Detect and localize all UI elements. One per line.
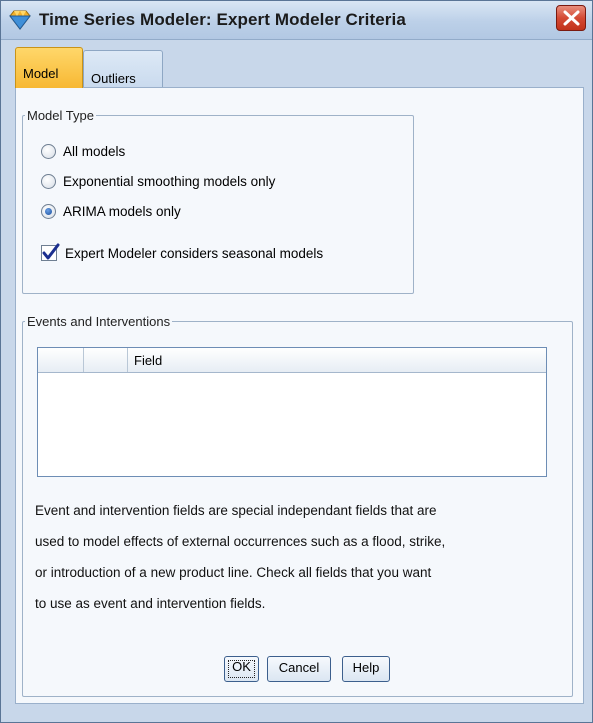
close-button[interactable] — [556, 5, 586, 31]
description-line: to use as event and intervention fields. — [35, 596, 266, 611]
description-line: Event and intervention fields are specia… — [35, 503, 437, 518]
ok-button-label: OK — [232, 659, 251, 674]
radio-button-icon[interactable] — [41, 144, 56, 159]
seasonal-models-checkbox[interactable] — [41, 243, 60, 261]
table-header-field[interactable]: Field — [128, 348, 546, 372]
tab-outliers[interactable]: Outliers — [83, 50, 163, 88]
events-description: Event and intervention fields are specia… — [35, 495, 565, 619]
model-type-legend: Model Type — [27, 108, 94, 123]
model-type-group: Model Type All models Exponential smooth… — [22, 108, 414, 294]
tab-panel-model: Model Type All models Exponential smooth… — [15, 87, 584, 704]
events-interventions-legend: Events and Interventions — [27, 314, 171, 329]
ok-button[interactable]: OK — [224, 656, 259, 682]
title-bar[interactable]: Time Series Modeler: Expert Modeler Crit… — [1, 1, 592, 40]
close-x-icon — [563, 10, 580, 26]
dialog-window: Time Series Modeler: Expert Modeler Crit… — [0, 0, 593, 723]
help-button-label: Help — [352, 660, 380, 675]
table-header: Field — [38, 348, 546, 373]
description-line: used to model effects of external occurr… — [35, 534, 446, 549]
events-interventions-group: Events and Interventions Field Event and… — [22, 314, 573, 697]
cancel-button[interactable]: Cancel — [267, 656, 331, 682]
tab-model-label: Model — [23, 66, 59, 81]
events-fields-table[interactable]: Field — [37, 347, 547, 477]
radio-exponential-smoothing-label: Exponential smoothing models only — [63, 174, 276, 189]
tab-outliers-label: Outliers — [91, 71, 136, 86]
table-header-type[interactable] — [84, 348, 128, 372]
description-line: or introduction of a new product line. C… — [35, 565, 432, 580]
radio-arima-models-label: ARIMA models only — [63, 204, 181, 219]
table-header-select[interactable] — [38, 348, 84, 372]
tab-model[interactable]: Model — [15, 47, 83, 88]
checkmark-icon — [42, 243, 60, 260]
radio-button-icon[interactable] — [41, 174, 56, 189]
radio-all-models-label: All models — [63, 144, 126, 159]
diamond-app-icon — [8, 9, 32, 31]
help-button[interactable]: Help — [342, 656, 390, 682]
table-header-field-label: Field — [134, 353, 163, 368]
cancel-button-label: Cancel — [278, 660, 320, 675]
seasonal-models-label: Expert Modeler considers seasonal models — [65, 246, 324, 261]
radio-button-selected-icon[interactable] — [41, 204, 56, 219]
window-title: Time Series Modeler: Expert Modeler Crit… — [39, 10, 406, 29]
